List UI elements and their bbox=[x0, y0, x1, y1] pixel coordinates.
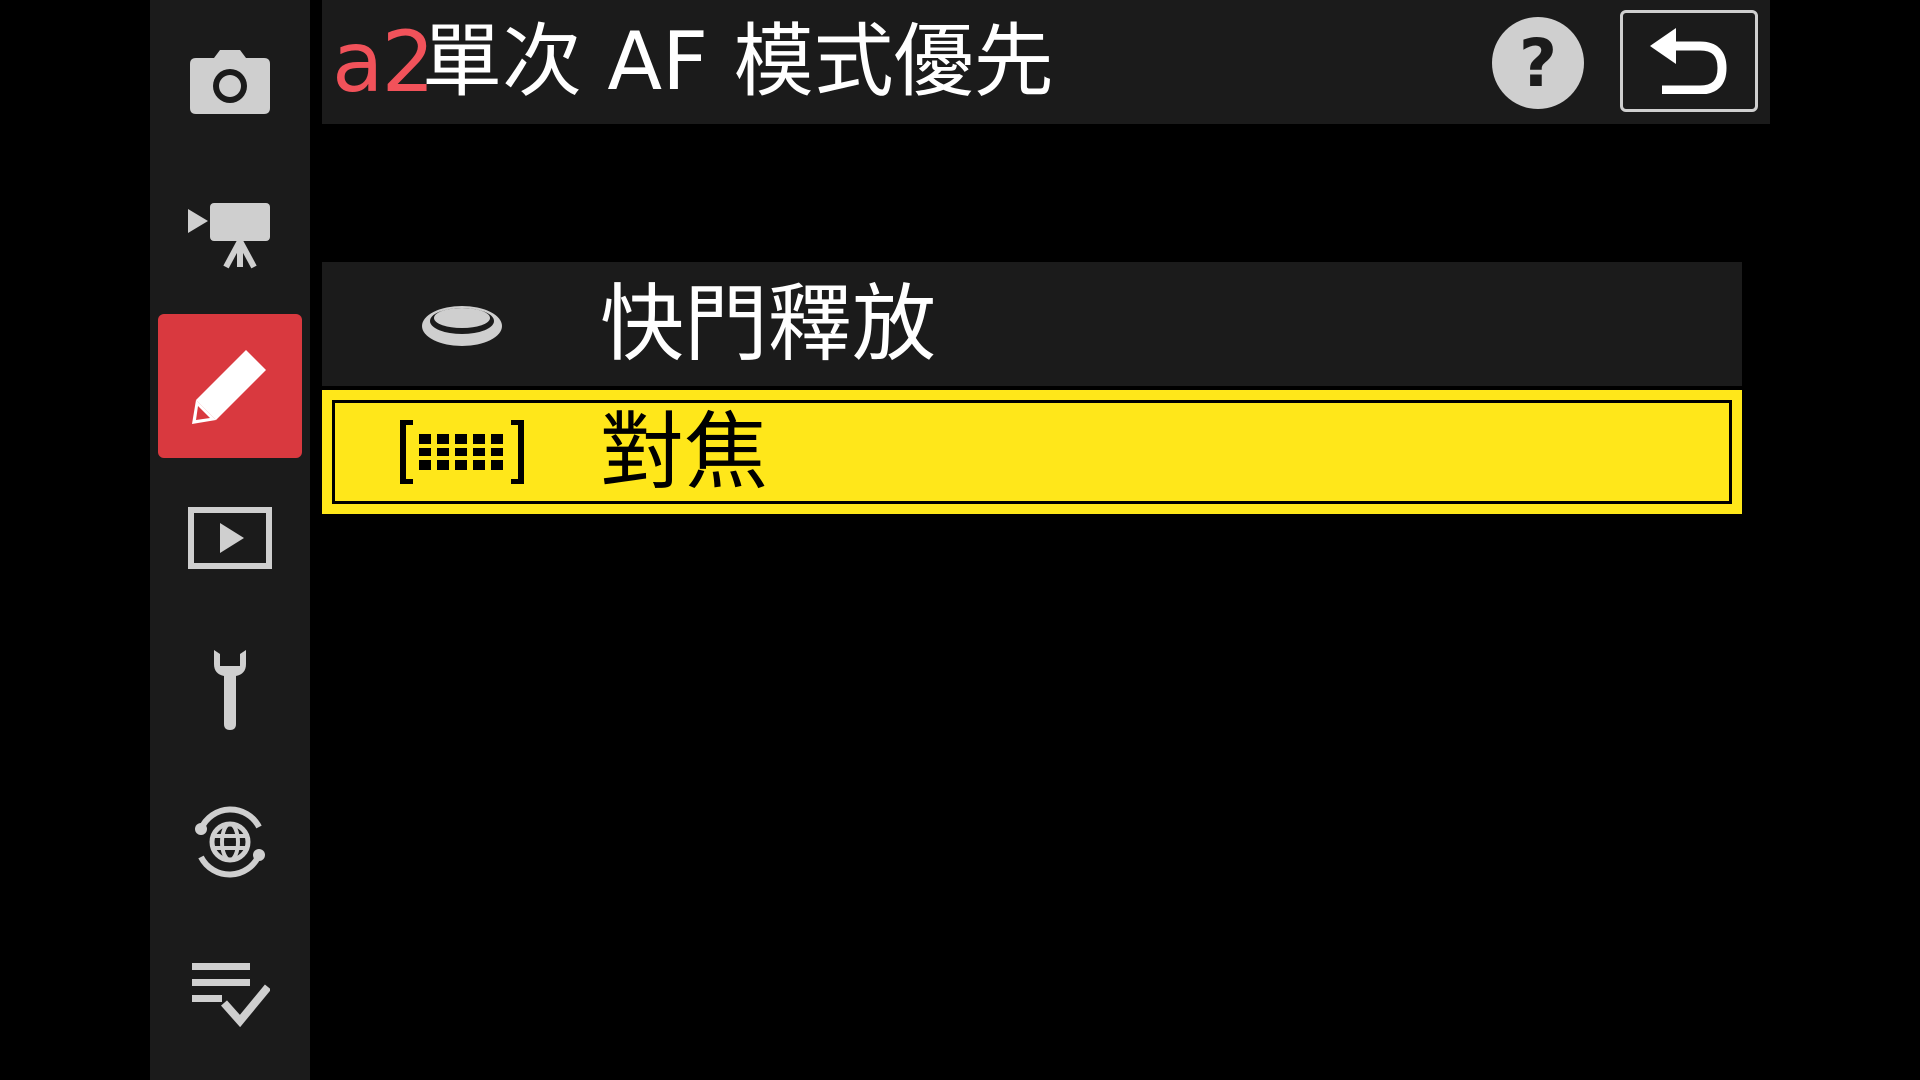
option-label-focus: 對焦 bbox=[600, 403, 769, 501]
sidebar-item-custom-settings[interactable] bbox=[158, 314, 302, 458]
option-icon-wrap bbox=[392, 280, 532, 368]
network-globe-icon bbox=[195, 806, 265, 878]
sidebar-item-my-menu[interactable] bbox=[158, 922, 302, 1066]
shutter-release-icon bbox=[422, 306, 502, 346]
my-menu-checklist-icon bbox=[192, 963, 270, 1027]
focus-frame-icon bbox=[400, 420, 524, 484]
help-button[interactable]: ? bbox=[1492, 17, 1584, 109]
option-focus[interactable]: 對焦 bbox=[322, 390, 1742, 514]
wrench-icon bbox=[214, 650, 246, 730]
selection-border bbox=[332, 400, 1732, 504]
option-shutter-release[interactable]: 快門釋放 bbox=[322, 262, 1742, 386]
sidebar-item-network[interactable] bbox=[158, 770, 302, 914]
help-icon: ? bbox=[1518, 25, 1558, 102]
option-icon-wrap bbox=[392, 408, 532, 496]
sidebar-item-setup[interactable] bbox=[158, 618, 302, 762]
movie-camera-icon bbox=[188, 203, 270, 269]
page-title: 單次 AF 模式優先 bbox=[422, 15, 1054, 108]
menu-code: a2 bbox=[332, 13, 435, 111]
sidebar-item-photo-shooting[interactable] bbox=[158, 10, 302, 154]
sidebar-item-video-recording[interactable] bbox=[158, 162, 302, 306]
pencil-icon bbox=[192, 350, 266, 424]
sidebar-item-playback[interactable] bbox=[158, 466, 302, 610]
sidebar bbox=[150, 0, 310, 1080]
menu-header: a2 單次 AF 模式優先 ? bbox=[322, 0, 1770, 124]
back-button[interactable] bbox=[1620, 10, 1758, 112]
playback-icon bbox=[188, 507, 272, 569]
return-arrow-icon bbox=[1650, 28, 1727, 94]
camera-icon bbox=[190, 50, 270, 114]
option-label-shutter-release: 快門釋放 bbox=[600, 275, 937, 373]
